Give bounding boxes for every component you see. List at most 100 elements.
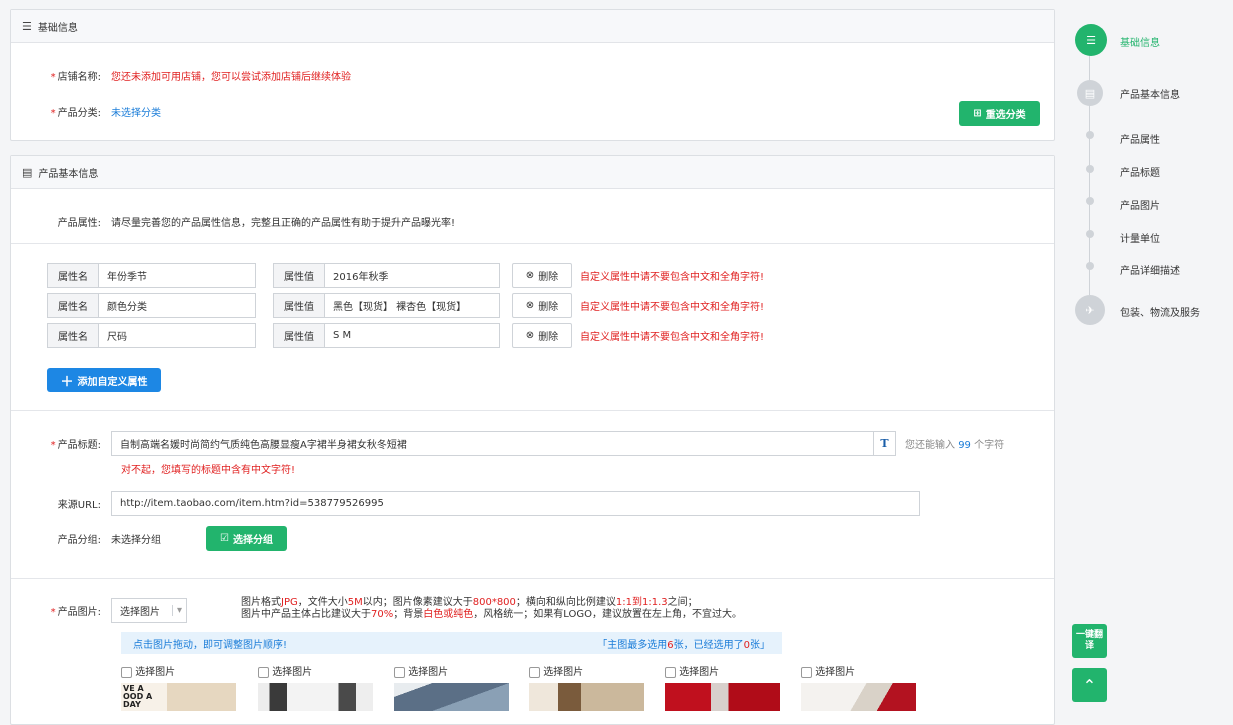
basic-info-title: 基础信息 <box>37 22 78 34</box>
title-input[interactable]: 自制高端名媛时尚简约气质纯色高腰显瘦A字裙半身裙女秋冬短裙 T <box>111 431 896 456</box>
attr-value-label: 属性值 <box>273 263 325 288</box>
nav-item-attributes[interactable]: 产品属性 <box>1120 131 1160 146</box>
thumb-item[interactable]: 选择图片 <box>665 663 719 678</box>
select-group-button[interactable]: ☑ 选择分组 <box>206 526 287 551</box>
image-hint-line2: 图片中产品主体占比建议大于70%；背景白色或纯色，风格统一；如果有LOGO，建议… <box>241 609 742 620</box>
image-hint: 图片格式JPG，文件大小5M以内；图片像素建议大于800*800；横向和纵向比例… <box>241 597 742 621</box>
chevron-down-icon: ▾ <box>171 605 182 616</box>
attr-name-label: 属性名 <box>47 323 99 348</box>
text-format-icon[interactable]: T <box>873 432 895 455</box>
nav-item-shipping[interactable]: 包装、物流及服务 <box>1120 304 1200 319</box>
thumb-item[interactable]: 选择图片 <box>529 663 583 678</box>
add-custom-attr-button[interactable]: ＋ 添加自定义属性 <box>47 368 161 392</box>
nav-dot <box>1086 165 1094 173</box>
attr-warning: 自定义属性中请不要包含中文和全角字符! <box>580 302 765 313</box>
nav-item-images[interactable]: 产品图片 <box>1120 197 1160 212</box>
edit-icon: ☑ <box>220 533 229 544</box>
product-info-title: 产品基本信息 <box>38 168 99 180</box>
delete-attr-button[interactable]: ⊗ 删除 <box>512 323 572 348</box>
shop-value: 您还未添加可用店铺，您可以尝试添加店铺后继续体验 <box>111 72 351 83</box>
checkbox[interactable] <box>394 666 405 678</box>
image-row: * 产品图片: 选择图片 ▾ <box>11 598 187 623</box>
basic-info-panel: ☰ 基础信息 * 店铺名称: 您还未添加可用店铺，您可以尝试添加店铺后继续体验 *… <box>10 9 1055 141</box>
checkbox[interactable] <box>801 666 812 678</box>
plus-icon: ＋ <box>60 374 74 390</box>
attr-value-input[interactable]: 黑色【现货】 裸杏色【现货】 <box>325 293 500 318</box>
thumb-item[interactable]: 选择图片 <box>394 663 448 678</box>
airplane-icon[interactable]: ✈ <box>1075 295 1105 325</box>
attr-name-input[interactable]: 尺码 <box>99 323 256 348</box>
close-circle-icon: ⊗ <box>525 270 535 281</box>
delete-attr-button[interactable]: ⊗ 删除 <box>512 263 572 288</box>
nav-item-title[interactable]: 产品标题 <box>1120 164 1160 179</box>
shop-row: * 店铺名称: 您还未添加可用店铺，您可以尝试添加店铺后继续体验 <box>11 68 351 83</box>
product-image-thumb[interactable] <box>394 683 509 711</box>
product-info-panel: ▤ 产品基本信息 产品属性: 请尽量完善您的产品属性信息，完整且正确的产品属性有… <box>10 155 1055 725</box>
category-value: 未选择分类 <box>111 108 161 119</box>
checkbox[interactable] <box>665 666 676 678</box>
close-circle-icon: ⊗ <box>525 300 535 311</box>
divider <box>11 578 1054 579</box>
attr-warning: 自定义属性中请不要包含中文和全角字符! <box>580 332 765 343</box>
title-error: 对不起，您填写的标题中含有中文字符! <box>121 465 296 476</box>
main-image-count: 「主图最多选用6张，已经选用了0张」 <box>597 639 770 651</box>
group-label: 产品分组: <box>57 535 101 546</box>
translate-button[interactable]: 一键翻译 <box>1072 624 1107 658</box>
attribute-row: 属性名 颜色分类 属性值 黑色【现货】 裸杏色【现货】 ⊗ 删除 自定义属性中请不… <box>47 293 764 318</box>
product-image-thumb[interactable] <box>258 683 373 711</box>
attr-label: 产品属性: <box>57 218 101 229</box>
shop-label: * 店铺名称: <box>50 72 101 83</box>
attr-name-input[interactable]: 颜色分类 <box>99 293 256 318</box>
delete-attr-button[interactable]: ⊗ 删除 <box>512 293 572 318</box>
divider <box>11 410 1054 411</box>
drag-hint: 点击图片拖动，即可调整图片顺序! <box>133 639 288 651</box>
close-circle-icon: ⊗ <box>525 330 535 341</box>
chevron-up-icon: ⌃ <box>1082 675 1097 695</box>
thumb-item[interactable]: 选择图片 <box>121 663 175 678</box>
thumb-logo-text: VE A OOD A DAY <box>123 684 153 709</box>
attribute-row: 属性名 年份季节 属性值 2016年秋季 ⊗ 删除 自定义属性中请不要包含中文和全… <box>47 263 764 288</box>
divider <box>11 243 1054 244</box>
image-drag-hint-bar: 点击图片拖动，即可调整图片顺序! 「主图最多选用6张，已经选用了0张」 <box>121 632 782 654</box>
attr-name-input[interactable]: 年份季节 <box>99 263 256 288</box>
product-image-thumb[interactable]: VE A OOD A DAY <box>121 683 236 711</box>
product-image-thumb[interactable] <box>665 683 780 711</box>
image-select-dropdown[interactable]: 选择图片 ▾ <box>111 598 187 623</box>
grid-icon: ⊞ <box>973 108 982 119</box>
title-remaining: 您还能输入 99 个字符 <box>905 440 1005 451</box>
checkbox[interactable] <box>121 666 132 678</box>
nav-item-product-basic[interactable]: 产品基本信息 <box>1120 86 1180 101</box>
attr-name-label: 属性名 <box>47 263 99 288</box>
thumb-item[interactable]: 选择图片 <box>258 663 312 678</box>
category-label: * 产品分类: <box>50 108 101 119</box>
list-icon[interactable]: ☰ <box>1075 24 1107 56</box>
nav-item-description[interactable]: 产品详细描述 <box>1120 262 1180 277</box>
category-row: * 产品分类: 未选择分类 <box>11 104 161 119</box>
attr-value-label: 属性值 <box>273 293 325 318</box>
thumb-item[interactable]: 选择图片 <box>801 663 855 678</box>
product-info-header: ▤ 产品基本信息 <box>11 156 1054 189</box>
attr-value-input[interactable]: 2016年秋季 <box>325 263 500 288</box>
url-label: 来源URL: <box>57 500 101 511</box>
title-row: * 产品标题: 自制高端名媛时尚简约气质纯色高腰显瘦A字裙半身裙女秋冬短裙 T 您… <box>11 431 1004 456</box>
url-input[interactable]: http://item.taobao.com/item.htm?id=53877… <box>111 491 920 516</box>
nav-item-basic[interactable]: 基础信息 <box>1120 34 1160 49</box>
nav-dot <box>1086 197 1094 205</box>
group-value: 未选择分组 <box>111 535 161 546</box>
back-to-top-button[interactable]: ⌃ <box>1072 668 1107 702</box>
title-input-value: 自制高端名媛时尚简约气质纯色高腰显瘦A字裙半身裙女秋冬短裙 <box>120 440 407 451</box>
nav-dot <box>1086 230 1094 238</box>
checkbox[interactable] <box>258 666 269 678</box>
document-icon: ▤ <box>22 165 33 179</box>
reselect-category-button[interactable]: ⊞ 重选分类 <box>959 101 1040 126</box>
nav-item-unit[interactable]: 计量单位 <box>1120 230 1160 245</box>
attr-value-label: 属性值 <box>273 323 325 348</box>
product-image-thumb[interactable] <box>801 683 916 711</box>
attr-hint: 请尽量完善您的产品属性信息，完整且正确的产品属性有助于提升产品曝光率! <box>111 218 456 229</box>
attr-value-input[interactable]: S M <box>325 323 500 348</box>
checkbox[interactable] <box>529 666 540 678</box>
attr-hint-row: 产品属性: 请尽量完善您的产品属性信息，完整且正确的产品属性有助于提升产品曝光率… <box>11 214 455 229</box>
document-icon[interactable]: ▤ <box>1077 80 1103 106</box>
product-image-thumb[interactable] <box>529 683 644 711</box>
nav-dot <box>1086 131 1094 139</box>
